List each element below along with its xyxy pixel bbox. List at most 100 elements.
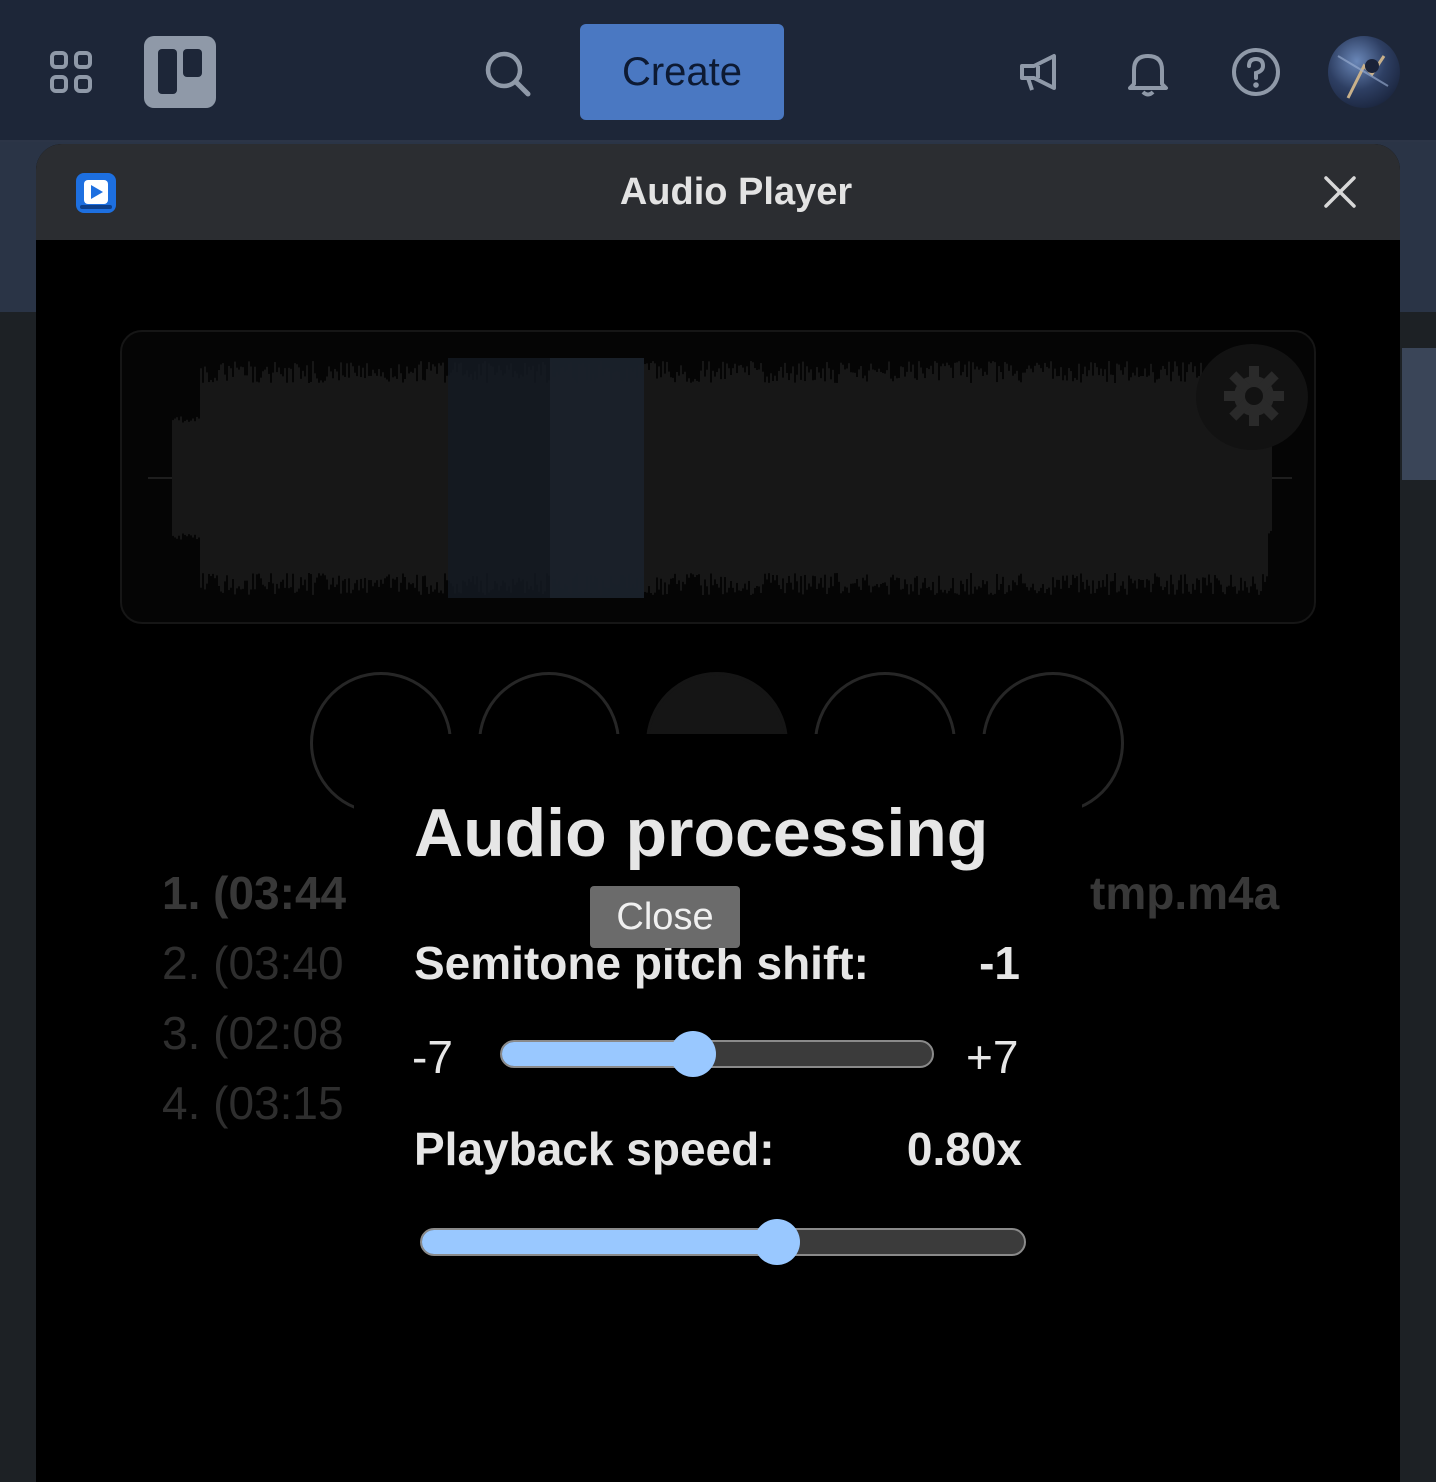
waveform-sample <box>290 368 292 588</box>
pitch-shift-slider[interactable] <box>500 1031 934 1077</box>
waveform-sample <box>964 364 966 592</box>
waveform-sample <box>1080 382 1082 574</box>
waveform-sample <box>1022 372 1024 584</box>
waveform-sample <box>1152 372 1154 584</box>
waveform-sample <box>236 367 238 589</box>
waveform-sample <box>210 379 212 577</box>
waveform-sample <box>344 376 346 580</box>
waveform-sample <box>1176 366 1178 590</box>
waveform-sample <box>1060 367 1062 589</box>
track-list-item[interactable]: 4. (03:15 <box>162 1076 344 1130</box>
waveform-sample <box>234 361 236 595</box>
waveform-sample <box>870 363 872 593</box>
waveform-sample <box>1070 371 1072 585</box>
waveform-sample <box>376 375 378 581</box>
waveform-sample <box>348 377 350 579</box>
waveform-sample <box>694 378 696 578</box>
waveform-sample <box>796 374 798 582</box>
waveform-sample <box>1130 377 1132 579</box>
waveform-sample <box>412 372 414 584</box>
slider-thumb[interactable] <box>754 1219 801 1265</box>
waveform-sample <box>782 377 784 579</box>
megaphone-icon[interactable] <box>1012 44 1068 100</box>
playback-speed-slider[interactable] <box>420 1219 1026 1265</box>
waveform-sample <box>398 364 400 592</box>
trello-logo[interactable] <box>144 36 216 108</box>
waveform-sample <box>732 368 734 588</box>
waveform-sample <box>1192 372 1194 584</box>
waveform-sample <box>284 368 286 588</box>
playback-cursor-region <box>550 358 644 598</box>
waveform-sample <box>194 421 196 535</box>
track-list-item[interactable]: 1. (03:44 <box>162 866 346 920</box>
waveform-sample <box>910 371 912 585</box>
waveform-sample <box>422 379 424 577</box>
board-scrollbar[interactable] <box>1402 348 1436 480</box>
waveform-sample <box>956 362 958 594</box>
waveform-sample <box>354 372 356 584</box>
waveform-sample <box>190 420 192 536</box>
track-list-item[interactable]: 3. (02:08 <box>162 1006 344 1060</box>
waveform-sample <box>1016 370 1018 586</box>
waveform-sample <box>1162 365 1164 591</box>
waveform-sample <box>1182 362 1184 594</box>
waveform-sample <box>768 382 770 574</box>
slider-fill <box>422 1230 778 1254</box>
waveform-sample <box>658 366 660 590</box>
waveform-sample <box>1186 372 1188 584</box>
waveform-sample <box>876 371 878 585</box>
waveform-sample <box>1040 368 1042 588</box>
waveform-sample <box>912 364 914 592</box>
create-button[interactable]: Create <box>580 24 784 120</box>
help-icon[interactable] <box>1228 44 1284 100</box>
waveform-sample <box>286 382 288 574</box>
waveform-sample <box>740 364 742 592</box>
waveform-sample <box>278 367 280 589</box>
avatar[interactable] <box>1328 36 1400 108</box>
waveform-display[interactable] <box>120 330 1316 624</box>
waveform-sample <box>1172 371 1174 585</box>
slider-thumb[interactable] <box>669 1031 716 1077</box>
waveform-sample <box>880 371 882 585</box>
waveform-sample <box>264 369 266 587</box>
waveform-sample <box>254 366 256 590</box>
waveform-sample <box>386 379 388 577</box>
waveform-sample <box>400 373 402 583</box>
waveform-sample <box>258 382 260 574</box>
waveform-sample <box>240 366 242 590</box>
dialog-title: Audio processing <box>414 795 989 871</box>
waveform-sample <box>1114 382 1116 574</box>
close-icon[interactable] <box>1322 174 1358 210</box>
bell-icon[interactable] <box>1120 44 1176 100</box>
close-button[interactable]: Close <box>590 886 740 948</box>
waveform-sample <box>444 382 446 574</box>
waveform-sample <box>882 373 884 583</box>
apps-grid-icon[interactable] <box>44 46 100 98</box>
waveform-sample <box>390 368 392 588</box>
waveform-sample <box>920 367 922 589</box>
settings-gear-icon[interactable] <box>1196 344 1308 450</box>
waveform-sample <box>1024 372 1026 584</box>
search-icon[interactable] <box>480 46 536 102</box>
waveform-sample <box>430 370 432 586</box>
waveform-sample <box>1156 379 1158 577</box>
waveform-sample <box>1084 366 1086 590</box>
waveform-sample <box>188 421 190 535</box>
waveform-sample <box>1120 370 1122 586</box>
waveform-sample <box>900 366 902 590</box>
current-file-name: tmp.m4a <box>1090 867 1280 919</box>
waveform-sample <box>1190 362 1192 594</box>
waveform-sample <box>356 376 358 580</box>
waveform-sample <box>306 365 308 591</box>
waveform-sample <box>938 380 940 576</box>
waveform-sample <box>1118 364 1120 592</box>
waveform-sample <box>1102 375 1104 581</box>
waveform-sample <box>244 375 246 581</box>
waveform-sample <box>764 382 766 574</box>
waveform-sample <box>330 371 332 585</box>
waveform-sample <box>410 371 412 585</box>
waveform-sample <box>316 378 318 578</box>
waveform-sample <box>1108 361 1110 595</box>
waveform-sample <box>260 377 262 579</box>
track-list-item[interactable]: 2. (03:40 <box>162 936 344 990</box>
